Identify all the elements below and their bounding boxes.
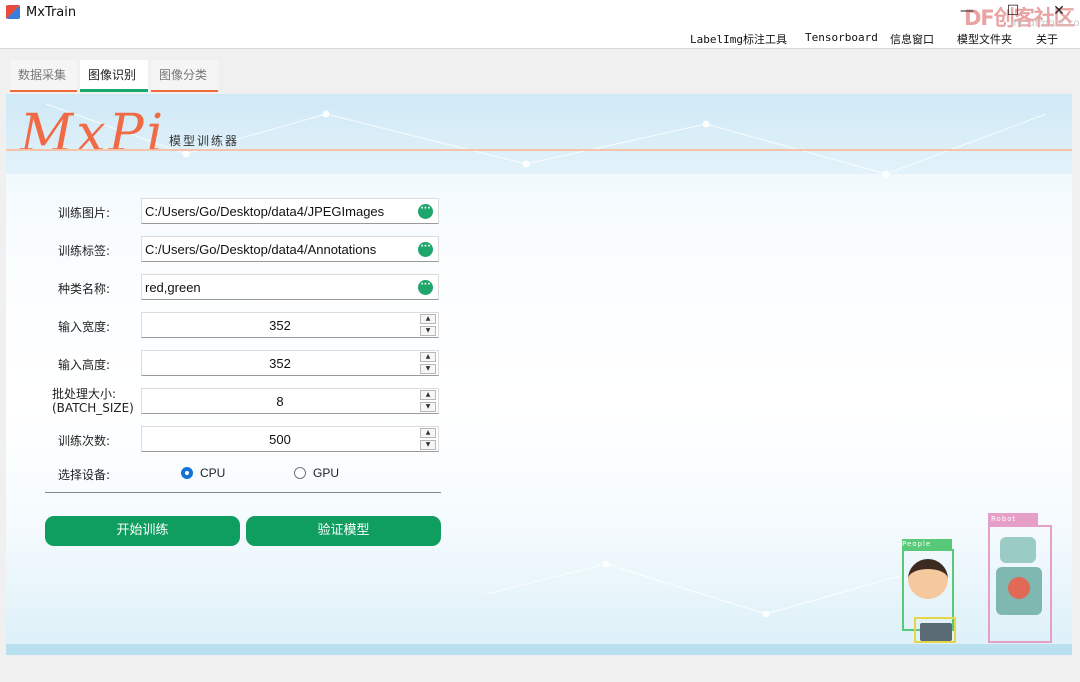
- menu-tensorboard[interactable]: Tensorboard: [805, 31, 878, 44]
- input-height-spinbox[interactable]: 352 ▲ ▼: [141, 350, 439, 376]
- radio-cpu[interactable]: [181, 467, 193, 479]
- radio-cpu-label[interactable]: CPU: [200, 466, 225, 480]
- batch-size-label: 批处理大小: (BATCH_SIZE): [52, 387, 134, 415]
- close-button[interactable]: ✕: [1044, 3, 1074, 23]
- batch-size-spinbox[interactable]: 8 ▲ ▼: [141, 388, 439, 414]
- triangle-up-icon[interactable]: ▲: [420, 314, 436, 324]
- epochs-value: 500: [269, 432, 291, 447]
- batch-size-value: 8: [276, 394, 284, 409]
- input-width-value: 352: [269, 318, 291, 333]
- title-bar: MxTrain DF创客社区 mc.dfrobot.com.cn — ☐ ✕: [0, 0, 1080, 30]
- tag-people: People: [902, 539, 952, 549]
- triangle-up-icon[interactable]: ▲: [420, 428, 436, 438]
- more-dots-icon[interactable]: ···: [418, 242, 433, 257]
- window-title: MxTrain: [26, 5, 77, 20]
- maximize-button[interactable]: ☐: [998, 3, 1028, 23]
- device-label: 选择设备:: [58, 468, 111, 482]
- triangle-down-icon[interactable]: ▼: [420, 440, 436, 450]
- triangle-up-icon[interactable]: ▲: [420, 390, 436, 400]
- train-images-input[interactable]: C:/Users/Go/Desktop/data4/JPEGImages ···: [141, 198, 439, 224]
- tab-data-collection[interactable]: 数据采集: [10, 60, 77, 92]
- more-dots-icon[interactable]: ···: [418, 280, 433, 295]
- train-labels-input[interactable]: C:/Users/Go/Desktop/data4/Annotations ··…: [141, 236, 439, 262]
- epochs-spinbox[interactable]: 500 ▲ ▼: [141, 426, 439, 452]
- triangle-down-icon[interactable]: ▼: [420, 402, 436, 412]
- train-images-value: C:/Users/Go/Desktop/data4/JPEGImages: [145, 204, 385, 219]
- class-names-label: 种类名称:: [58, 282, 111, 296]
- train-images-label: 训练图片:: [58, 206, 111, 220]
- menu-labelimg[interactable]: LabelImg标注工具: [690, 31, 787, 47]
- menu-bar: LabelImg标注工具 Tensorboard 信息窗口 模型文件夹 关于: [0, 28, 1080, 49]
- epochs-label: 训练次数:: [58, 434, 111, 448]
- triangle-down-icon[interactable]: ▼: [420, 326, 436, 336]
- robot-head-icon: [1000, 537, 1036, 563]
- triangle-up-icon[interactable]: ▲: [420, 352, 436, 362]
- menu-model-folder[interactable]: 模型文件夹: [957, 31, 1012, 47]
- start-training-button[interactable]: 开始训练: [45, 516, 240, 546]
- header-divider: [6, 149, 1072, 151]
- robot-core-icon: [1008, 577, 1030, 599]
- validate-model-button[interactable]: 验证模型: [246, 516, 441, 546]
- laptop-detection-box: [914, 617, 956, 643]
- tag-robot: Robot: [988, 513, 1038, 525]
- brand-logo: MxPi: [20, 104, 167, 164]
- batch-size-label-line1: 批处理大小:: [52, 387, 117, 401]
- train-labels-label: 训练标签:: [58, 244, 111, 258]
- class-names-input[interactable]: red,green ···: [141, 274, 439, 300]
- tab-image-classification[interactable]: 图像分类: [151, 60, 218, 92]
- input-width-spinbox[interactable]: 352 ▲ ▼: [141, 312, 439, 338]
- illustration: People Robot: [896, 509, 1066, 649]
- minimize-button[interactable]: —: [952, 3, 982, 23]
- train-labels-value: C:/Users/Go/Desktop/data4/Annotations: [145, 242, 377, 257]
- class-names-value: red,green: [145, 280, 201, 295]
- more-dots-icon[interactable]: ···: [418, 204, 433, 219]
- app-logo-icon: [6, 5, 20, 19]
- input-height-label: 输入高度:: [58, 358, 111, 372]
- tab-image-recognition[interactable]: 图像识别: [80, 60, 148, 92]
- triangle-down-icon[interactable]: ▼: [420, 364, 436, 374]
- brand-subtitle: 模型训练器: [169, 134, 240, 148]
- kid-icon: [908, 559, 948, 599]
- main-panel: MxPi 模型训练器 训练图片: C:/Users/Go/Desktop/dat…: [6, 94, 1072, 655]
- menu-about[interactable]: 关于: [1036, 31, 1058, 47]
- input-width-label: 输入宽度:: [58, 320, 111, 334]
- menu-info-window[interactable]: 信息窗口: [890, 31, 934, 47]
- radio-gpu-label[interactable]: GPU: [313, 466, 339, 480]
- form-divider: [45, 492, 441, 493]
- batch-size-label-line2: (BATCH_SIZE): [52, 401, 134, 415]
- radio-gpu[interactable]: [294, 467, 306, 479]
- input-height-value: 352: [269, 356, 291, 371]
